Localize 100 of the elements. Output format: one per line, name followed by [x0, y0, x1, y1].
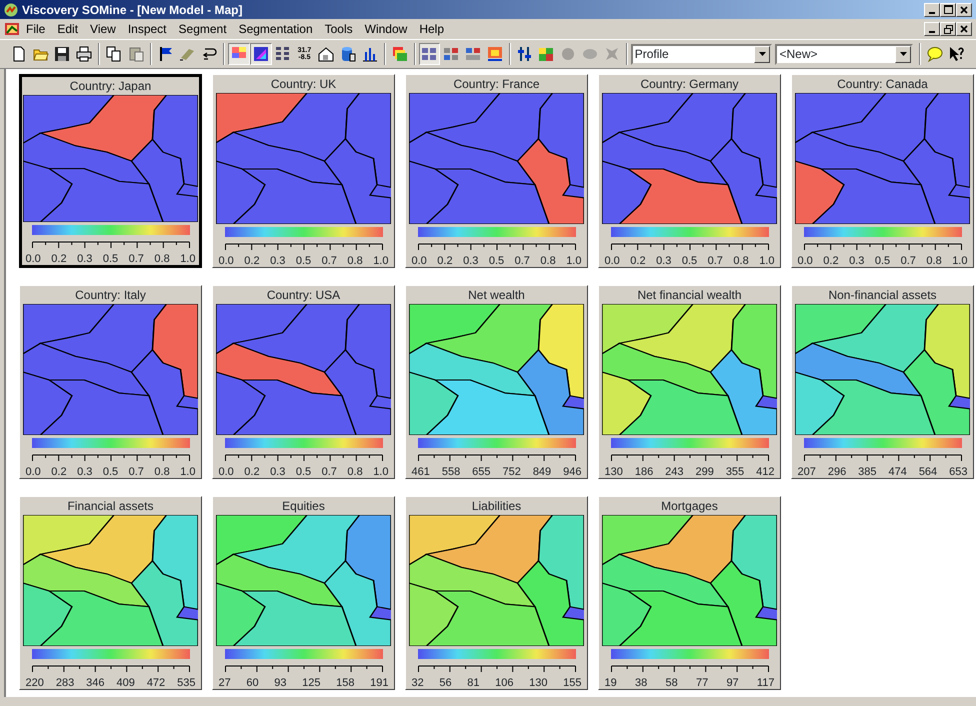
- scale-label: 93: [274, 677, 286, 689]
- scale-label: 186: [634, 466, 654, 478]
- menu-item[interactable]: File: [20, 20, 52, 38]
- map-panel[interactable]: Net financial wealth 130 186 243 299 355 412: [598, 285, 781, 479]
- document-icon[interactable]: [4, 21, 20, 37]
- scale-label: 243: [665, 466, 684, 478]
- scale-label: 56: [439, 677, 452, 689]
- scale-label: 58: [665, 677, 678, 689]
- scale-label: 0.5: [296, 466, 312, 478]
- tiles-icon[interactable]: [465, 46, 482, 62]
- scale-label: 191: [370, 677, 388, 689]
- color-map-icon[interactable]: [486, 46, 503, 62]
- print-icon[interactable]: [76, 46, 92, 62]
- scale-label: 946: [563, 466, 582, 478]
- map-panel[interactable]: Country: Canada 0.0 0.2 0.3 0.5 0.7 0.8 1.0: [791, 74, 974, 268]
- scale-label: 0.0: [218, 255, 234, 267]
- scale-label: 0.5: [102, 253, 118, 265]
- scale-label: 106: [495, 677, 514, 689]
- scale-label: 461: [412, 466, 430, 478]
- dropdown[interactable]: Profile: [630, 44, 772, 64]
- map-title: Country: Italy: [74, 287, 147, 304]
- scale-label: 0.3: [270, 255, 286, 267]
- app-icon: [4, 2, 18, 16]
- minimize-button[interactable]: [924, 2, 940, 16]
- map-panel[interactable]: Equities 27 60 93 125 158 191: [212, 496, 395, 690]
- scale-label: 27: [218, 677, 231, 689]
- layers-icon[interactable]: [392, 46, 408, 62]
- scale-label: 0.3: [270, 466, 286, 478]
- map-panel[interactable]: Country: UK 0.0 0.2 0.3 0.5 0.7 0.8 1.0: [212, 74, 395, 268]
- scale-label: 0.2: [244, 255, 260, 267]
- map-title: Country: Canada: [836, 76, 929, 93]
- map-panel[interactable]: Country: USA 0.0 0.2 0.3 0.5 0.7 0.8 1.0: [212, 285, 395, 479]
- scale-label: 0.5: [874, 255, 890, 267]
- minimize-icon: [929, 12, 935, 14]
- map-panel[interactable]: Country: Germany 0.0 0.2 0.3 0.5 0.7 0.8 1.0: [598, 74, 781, 268]
- grid-icon[interactable]: [274, 46, 291, 62]
- minimize-button[interactable]: [924, 22, 940, 36]
- tiles-icon[interactable]: [443, 46, 460, 62]
- scale-label: 0.3: [849, 255, 864, 267]
- scale-label: 0.7: [514, 255, 530, 267]
- menu-item[interactable]: Inspect: [122, 20, 173, 38]
- scale-label: 0.5: [296, 255, 312, 267]
- menu-item[interactable]: Edit: [51, 20, 84, 38]
- menu-item[interactable]: View: [84, 20, 122, 38]
- scale-label: 655: [472, 466, 491, 478]
- map-panel[interactable]: Liabilities 32 56 81 106 130 155: [405, 496, 588, 690]
- scale-label: 283: [56, 677, 74, 689]
- map-panel[interactable]: Non-financial assets 207 296 385 474 564 653: [791, 285, 974, 479]
- scale-label: 0.3: [656, 255, 672, 267]
- menu-item[interactable]: Segment: [172, 20, 233, 38]
- scale-label: 0.0: [604, 255, 620, 267]
- house-chart-icon[interactable]: [318, 46, 334, 62]
- dropdown[interactable]: <New>: [775, 44, 914, 64]
- return-arrow-icon[interactable]: [201, 46, 218, 62]
- scale-label: 558: [442, 466, 460, 478]
- scale-label: 0.0: [412, 255, 427, 267]
- new-file-icon[interactable]: [10, 46, 27, 62]
- scale-label: 0.7: [322, 466, 337, 478]
- map-title: Financial assets: [66, 498, 155, 515]
- scale-label: 752: [502, 466, 521, 478]
- color-map-icon[interactable]: [538, 46, 554, 62]
- speech-bubble-icon[interactable]: [926, 46, 944, 62]
- scale-label: 474: [888, 466, 907, 478]
- scale-label: 60: [246, 677, 259, 689]
- map-panel[interactable]: Net wealth 461 558 655 752 849 946: [405, 285, 588, 479]
- scale-label: 0.7: [322, 255, 337, 267]
- maximize-button[interactable]: [940, 2, 956, 16]
- menu-item[interactable]: Window: [358, 20, 414, 38]
- menu-item[interactable]: Help: [413, 20, 450, 38]
- scale-label: 1.0: [180, 253, 196, 265]
- copy-icon[interactable]: [106, 46, 122, 62]
- close-icon: [960, 25, 968, 33]
- close-button[interactable]: [956, 22, 972, 36]
- save-icon[interactable]: [54, 46, 70, 62]
- scale-label: 1.0: [373, 255, 388, 267]
- tiles-icon[interactable]: [421, 46, 438, 62]
- scale-label: 97: [726, 677, 739, 689]
- menu-item[interactable]: Tools: [318, 20, 359, 38]
- scale-label: 0.8: [347, 255, 363, 267]
- map-title: Equities: [281, 498, 326, 515]
- map-panel[interactable]: Mortgages 19 38 58 77 97 117: [598, 496, 781, 690]
- flag-icon[interactable]: [158, 46, 174, 62]
- map-panel[interactable]: Country: France 0.0 0.2 0.3 0.5 0.7 0.8 1.0: [405, 74, 588, 268]
- map-panel[interactable]: Country: Italy 0.0 0.2 0.3 0.5 0.7 0.8 1.0: [19, 285, 202, 479]
- scale-label: 32: [412, 677, 424, 689]
- restore-button[interactable]: [940, 22, 956, 36]
- map-panel[interactable]: Country: Japan 0.0 0.2 0.3 0.5 0.7 0.8 1.0: [19, 74, 202, 268]
- scale-label: 0.2: [823, 255, 839, 267]
- close-button[interactable]: [956, 2, 972, 16]
- scale-label: 77: [696, 677, 708, 689]
- sliders-icon[interactable]: [516, 46, 533, 62]
- help-pointer-icon[interactable]: [948, 46, 966, 62]
- scale-label: 38: [634, 677, 648, 689]
- scale-label: 1.0: [180, 466, 196, 478]
- menu-item[interactable]: Segmentation: [232, 20, 319, 38]
- map-panel[interactable]: Financial assets 220 283 346 409 472 535: [19, 496, 202, 690]
- scale-label: 0.8: [733, 255, 749, 267]
- database-icon[interactable]: [340, 46, 356, 62]
- gradient-map-icon[interactable]: [252, 46, 269, 62]
- bar-chart-icon[interactable]: [362, 46, 378, 62]
